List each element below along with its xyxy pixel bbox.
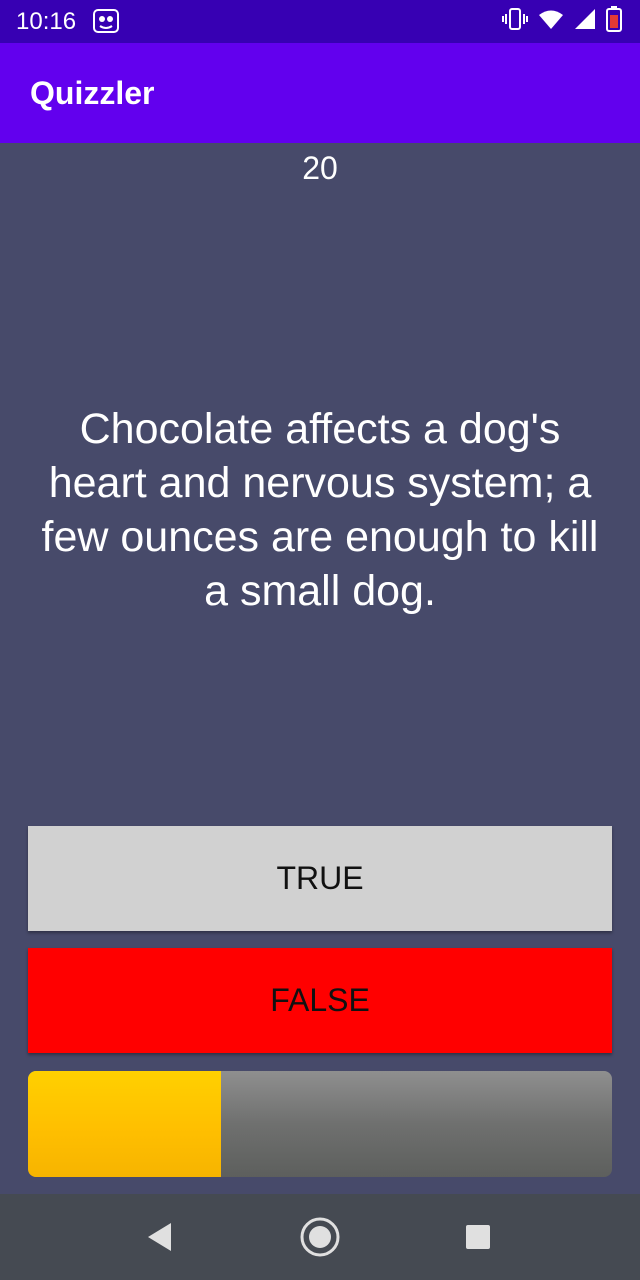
false-button[interactable]: FALSE (28, 948, 612, 1053)
vibrate-icon (502, 7, 528, 35)
progress-bar-fill (28, 1071, 221, 1177)
score-counter: 20 (302, 150, 338, 186)
status-icons (502, 5, 622, 37)
status-time: 10:16 (16, 8, 77, 35)
question-text: Chocolate affects a dog's heart and nerv… (41, 405, 599, 615)
status-bar: 10:16 (0, 0, 640, 43)
wifi-icon (538, 9, 564, 34)
back-icon[interactable] (137, 1214, 183, 1260)
battery-low-icon (606, 5, 622, 37)
app-bar: Quizzler (0, 43, 640, 143)
true-button[interactable]: TRUE (28, 826, 612, 931)
signal-icon (574, 8, 596, 35)
recents-icon[interactable] (455, 1214, 501, 1260)
app-notification-icon (93, 8, 119, 34)
navigation-bar (0, 1194, 640, 1280)
home-icon[interactable] (297, 1214, 343, 1260)
progress-bar (28, 1071, 612, 1177)
battery-level-fill (610, 14, 618, 28)
app-title: Quizzler (30, 75, 155, 111)
